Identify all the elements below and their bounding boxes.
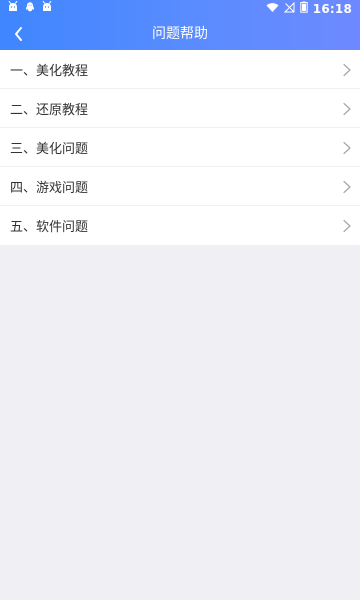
status-system-indicators: 16:18: [266, 0, 352, 18]
chevron-right-icon: [343, 63, 351, 77]
help-item-beautify-tutorial[interactable]: 一、美化教程: [0, 50, 360, 89]
qq-notification-icon: [24, 0, 36, 18]
signal-off-icon: [283, 0, 295, 18]
status-time: 16:18: [312, 2, 352, 16]
help-screen: 16:18 问题帮助 一、美化教程 二、还原教程 三、美化问题 四、游戏问题 五…: [0, 0, 360, 600]
help-item-label: 二、还原教程: [10, 102, 89, 118]
help-item-software-issues[interactable]: 五、软件问题: [0, 206, 360, 245]
navigation-bar: 问题帮助: [0, 18, 360, 50]
help-item-game-issues[interactable]: 四、游戏问题: [0, 167, 360, 206]
wifi-icon: [266, 0, 279, 18]
chevron-right-icon: [343, 102, 351, 116]
page-title: 问题帮助: [152, 26, 208, 42]
help-item-label: 三、美化问题: [10, 141, 89, 157]
help-item-label: 一、美化教程: [10, 63, 89, 79]
app-header: 16:18 问题帮助: [0, 0, 360, 50]
help-item-beautify-issues[interactable]: 三、美化问题: [0, 128, 360, 167]
chevron-right-icon: [343, 141, 351, 155]
help-item-restore-tutorial[interactable]: 二、还原教程: [0, 89, 360, 128]
help-item-label: 四、游戏问题: [10, 180, 89, 196]
android-notification-icon: [41, 0, 53, 18]
help-item-label: 五、软件问题: [10, 220, 89, 235]
chevron-right-icon: [343, 219, 351, 233]
android-notification-icon: [7, 0, 19, 18]
chevron-right-icon: [343, 180, 351, 194]
battery-icon: [300, 0, 308, 18]
status-notification-icons: [7, 0, 53, 18]
help-topic-list: 一、美化教程 二、还原教程 三、美化问题 四、游戏问题 五、软件问题: [0, 50, 360, 245]
status-bar: 16:18: [0, 0, 360, 18]
